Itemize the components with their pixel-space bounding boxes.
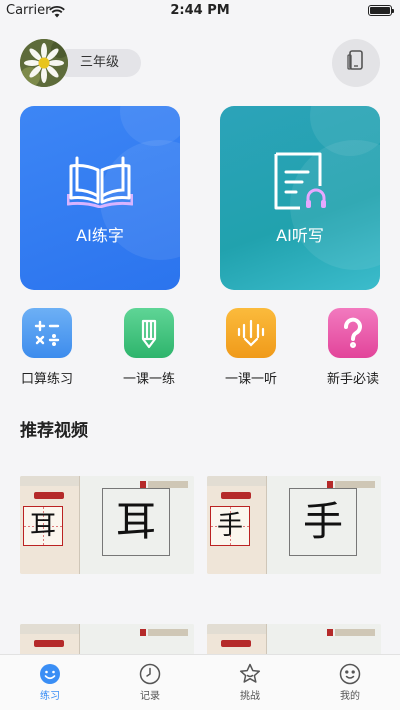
section-title-recommended-videos: 推荐视频 xyxy=(20,421,88,441)
device-button[interactable] xyxy=(332,39,380,87)
video-character: 手 xyxy=(303,499,343,545)
video-small-character: 耳 xyxy=(29,511,56,541)
video-small-character: 手 xyxy=(216,511,243,541)
tab-label: 练习 xyxy=(40,691,60,702)
ai-practice-label: AI练字 xyxy=(76,226,124,245)
tab-challenge[interactable]: 挑战 xyxy=(200,655,300,710)
ai-dictation-label: AI听写 xyxy=(276,226,324,245)
star-icon xyxy=(239,663,261,685)
face-icon xyxy=(339,663,361,685)
tab-mine[interactable]: 我的 xyxy=(300,655,400,710)
tab-bar: 练习 记录 挑战 我的 xyxy=(0,654,400,710)
ai-dictation-card[interactable]: AI听写 xyxy=(220,106,380,290)
clock-time: 2:44 PM xyxy=(170,3,230,18)
battery-fill xyxy=(370,7,390,14)
tablet-icon xyxy=(347,50,365,76)
clock-icon xyxy=(139,663,161,685)
tab-practice[interactable]: 练习 xyxy=(0,655,100,710)
soundwave-download-icon xyxy=(226,308,276,358)
smile-icon xyxy=(39,663,61,685)
question-icon xyxy=(328,308,378,358)
quick-action-beginner-guide[interactable]: 新手必读 xyxy=(313,308,393,387)
tab-label: 记录 xyxy=(140,691,160,702)
status-bar: Carrier 2:44 PM xyxy=(0,0,400,22)
quick-action-label: 新手必读 xyxy=(326,372,379,387)
book-icon xyxy=(66,152,134,212)
document-headphones-icon xyxy=(270,152,330,216)
card-decoration xyxy=(120,106,180,146)
pencil-icon xyxy=(124,308,174,358)
tab-records[interactable]: 记录 xyxy=(100,655,200,710)
avatar[interactable] xyxy=(20,39,68,87)
quick-action-lesson-practice[interactable]: 一课一练 xyxy=(109,308,189,387)
video-card[interactable]: 耳 耳 xyxy=(20,476,194,574)
video-thumbnail-left-page: 手 xyxy=(207,476,267,574)
calculator-icon xyxy=(22,308,72,358)
quick-action-label: 一课一练 xyxy=(122,372,175,387)
quick-actions: 口算练习 一课一练 一课一听 新手必读 xyxy=(0,308,400,390)
tab-label: 我的 xyxy=(340,691,360,702)
quick-action-label: 一课一听 xyxy=(224,372,277,387)
video-character: 耳 xyxy=(116,499,156,545)
quick-action-lesson-listen[interactable]: 一课一听 xyxy=(211,308,291,387)
quick-action-label: 口算练习 xyxy=(20,372,73,387)
battery-icon xyxy=(368,5,394,16)
tab-label: 挑战 xyxy=(240,691,260,702)
ai-practice-card[interactable]: AI练字 xyxy=(20,106,180,290)
video-thumbnail-left-page: 耳 xyxy=(20,476,80,574)
profile-grade-selector[interactable]: 三年级 xyxy=(20,39,142,87)
quick-action-mental-math[interactable]: 口算练习 xyxy=(7,308,87,387)
video-card[interactable]: 手 手 xyxy=(207,476,381,574)
